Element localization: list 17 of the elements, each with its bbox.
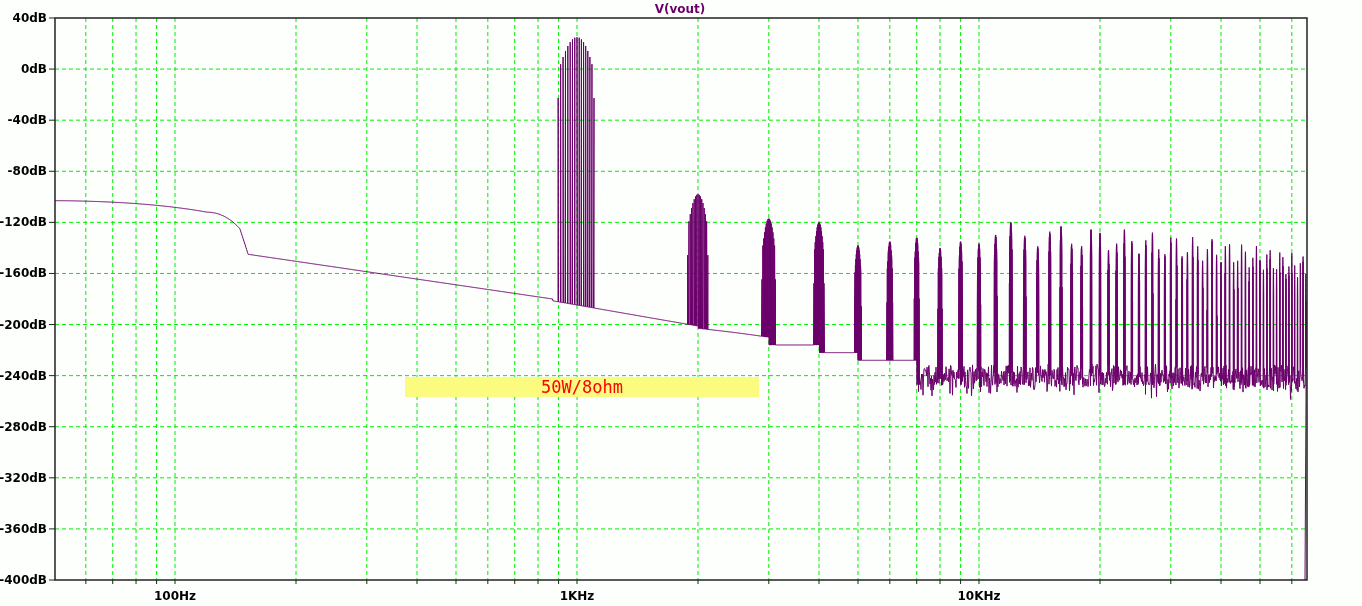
- y-axis-label: -120dB: [0, 215, 47, 230]
- y-axis-label: -40dB: [7, 113, 47, 128]
- y-axis-label: 40dB: [12, 11, 47, 25]
- y-axis-label: -160dB: [0, 266, 47, 281]
- x-axis-label: 10KHz: [957, 589, 1001, 603]
- y-axis-label: -240dB: [0, 368, 47, 383]
- x-axis-label: 1KHz: [559, 589, 595, 603]
- annotation-text: 50W/8ohm: [541, 377, 623, 397]
- y-axis-label: -280dB: [0, 419, 47, 434]
- plot-title: V(vout): [654, 2, 706, 16]
- y-axis-label: -200dB: [0, 317, 47, 332]
- y-axis-label: -320dB: [0, 470, 47, 485]
- x-axis-label: 100Hz: [153, 589, 197, 603]
- y-axis-label: 0dB: [20, 62, 47, 77]
- y-axis-label: -400dB: [0, 573, 47, 587]
- y-axis-label: -360dB: [0, 521, 47, 536]
- y-axis-label: -80dB: [7, 164, 47, 179]
